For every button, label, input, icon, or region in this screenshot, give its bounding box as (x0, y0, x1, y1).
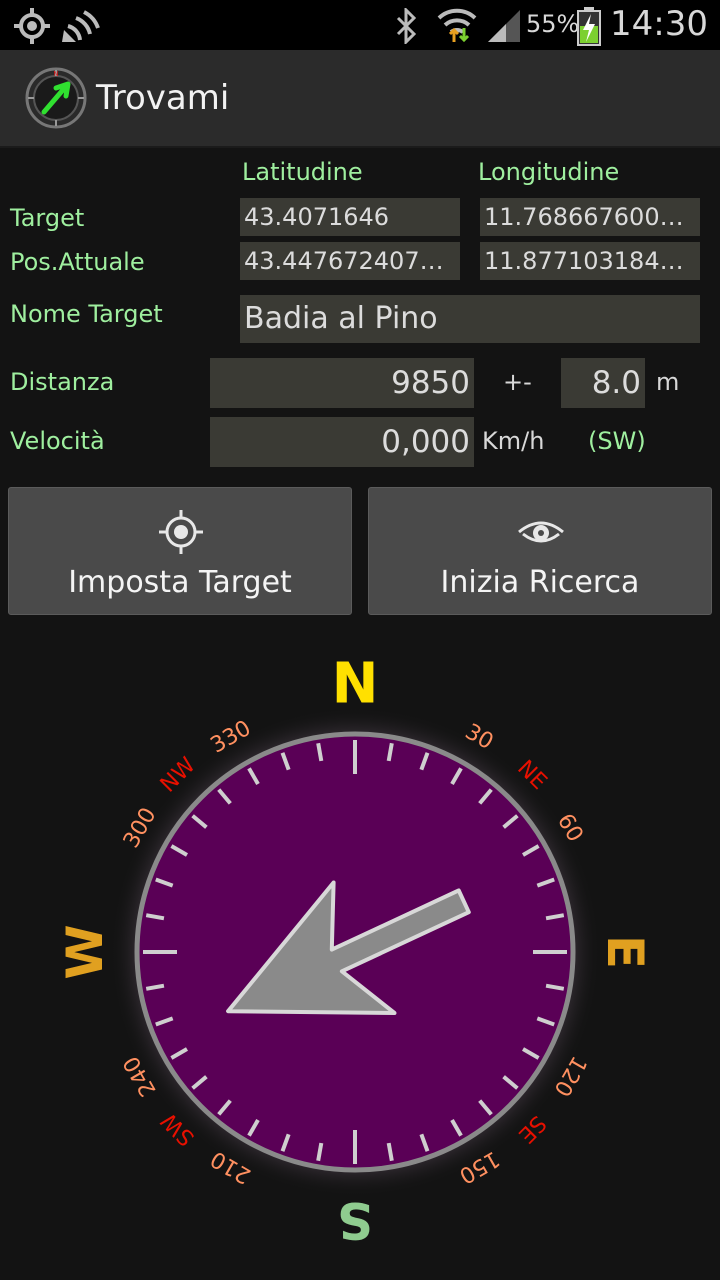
compass-dial: NESWNESESWNW3060120150210240300330 (56, 652, 654, 1250)
distance-unit: m (656, 368, 680, 396)
battery-icon (577, 7, 601, 46)
set-target-button[interactable]: Imposta Target (8, 487, 352, 615)
speed-label: Velocità (10, 427, 105, 455)
east-label: E (596, 935, 654, 969)
crosshair-icon (159, 510, 203, 554)
action-bar: N Trovami (0, 50, 720, 148)
bluetooth-icon (396, 8, 417, 44)
target-longitude-field[interactable]: 11.7686676000… (480, 198, 700, 236)
target-name-label: Nome Target (10, 300, 163, 328)
current-position-label: Pos.Attuale (10, 248, 145, 276)
clock: 14:30 (610, 4, 708, 44)
app-title: Trovami (96, 78, 230, 118)
wifi-icon (437, 8, 477, 43)
start-search-label: Inizia Ricerca (440, 565, 640, 600)
accuracy-value: 8.0 (561, 358, 645, 408)
battery-percent: 55% (526, 10, 580, 38)
current-longitude-field: 11.8771031843… (480, 242, 700, 280)
heading-direction: (SW) (588, 427, 646, 455)
signal-icon (488, 10, 520, 42)
speed-value: 0,000 (210, 417, 474, 467)
west-label: W (56, 924, 114, 979)
target-latitude-field[interactable]: 43.4071646 (240, 198, 460, 236)
speed-unit: Km/h (482, 427, 545, 455)
satellite-icon (62, 10, 100, 42)
compass-app-icon[interactable]: N (24, 66, 88, 130)
gps-icon (14, 8, 50, 44)
svg-text:N: N (53, 70, 58, 78)
set-target-label: Imposta Target (68, 565, 292, 600)
start-search-button[interactable]: Inizia Ricerca (368, 487, 712, 615)
status-bar: 55% 14:30 (0, 0, 720, 50)
distance-label: Distanza (10, 368, 115, 396)
target-name-field[interactable]: Badia al Pino (240, 295, 700, 343)
eye-icon (518, 521, 564, 543)
south-label: S (337, 1191, 373, 1249)
latitude-header: Latitudine (242, 158, 363, 186)
plus-minus-label: +- (503, 368, 532, 396)
north-label: N (332, 652, 379, 717)
longitude-header: Longitudine (478, 158, 620, 186)
target-label: Target (10, 204, 85, 232)
distance-value: 9850 (210, 358, 474, 408)
current-latitude-field: 43.4476724075… (240, 242, 460, 280)
